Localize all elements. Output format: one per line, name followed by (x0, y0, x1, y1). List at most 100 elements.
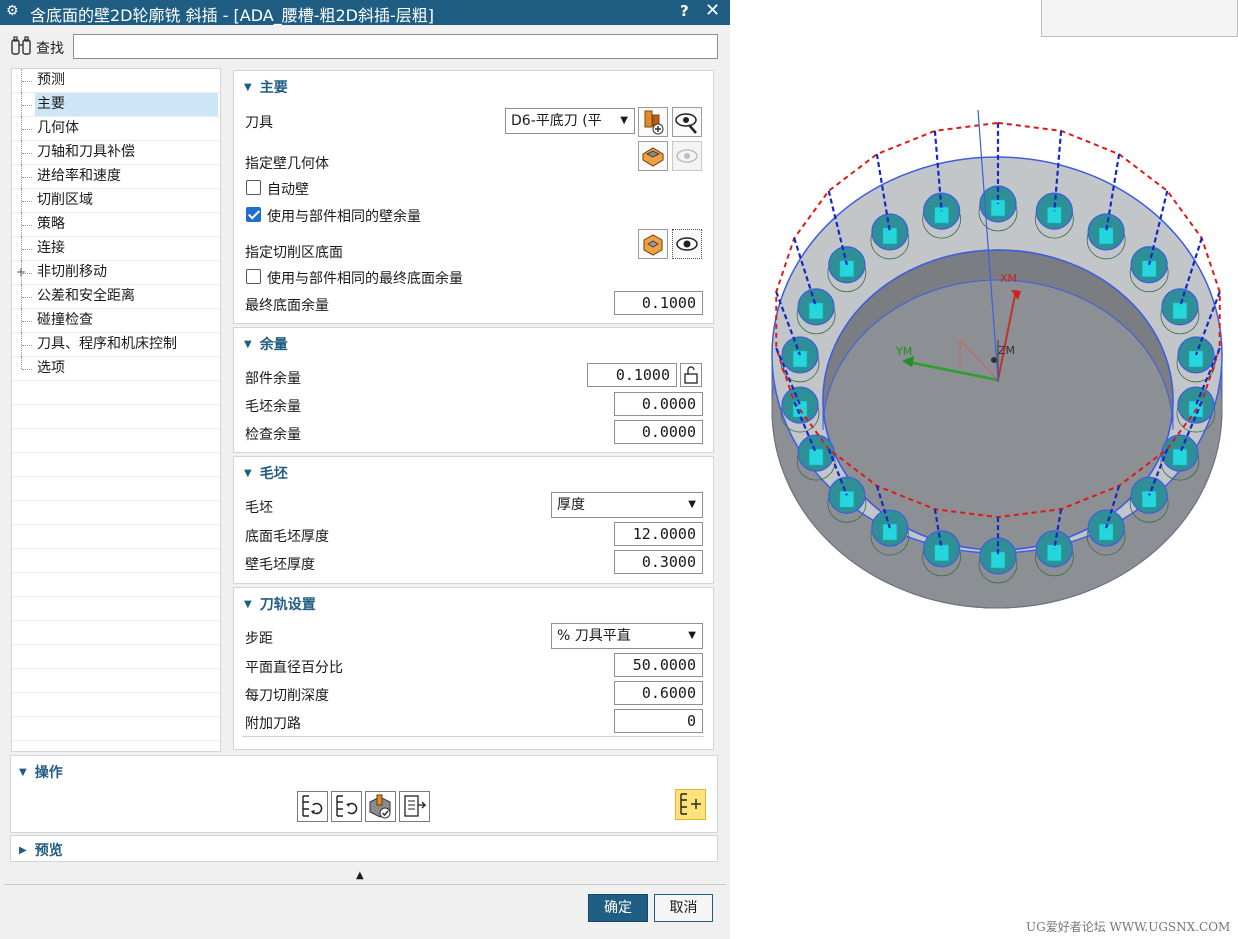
pocket-slot (808, 302, 824, 320)
binoculars-icon (10, 36, 34, 60)
path-settings-icon (680, 793, 701, 815)
operation-dialog: ⚙ 含底面的壁2D轮廓铣 斜插 - [ADA_腰槽-粗2D斜插-层粗] ? ✕ … (0, 0, 730, 939)
same-wall-stock-checkbox[interactable] (246, 207, 261, 222)
blank-stock-label: 毛坯余量 (245, 399, 301, 415)
generate-button[interactable] (297, 791, 328, 822)
show-cut-floor-button[interactable] (672, 229, 702, 259)
axis-label-ym: YM (895, 345, 912, 358)
depth-per-cut-field[interactable]: 0.6000 (614, 681, 703, 705)
blank-section: ▼ 毛坯 毛坯 厚度 ▼ 底面毛坯厚度 12.0000 壁毛坯厚度 0.3000 (233, 456, 714, 584)
graphics-viewport[interactable]: XM YM ZM UG爱好者论坛 WWW.UGSNX.COM (730, 0, 1238, 939)
stepover-label: 步距 (245, 631, 273, 647)
watermark-text: UG爱好者论坛 WWW.UGSNX.COM (1026, 920, 1231, 934)
settings-list-button[interactable] (675, 789, 706, 820)
part-stock-field[interactable]: 0.1000 (587, 363, 677, 387)
wall-blank-thickness-field[interactable]: 0.3000 (614, 550, 703, 574)
path-settings-section: ▼ 刀轨设置 步距 % 刀具平直 ▼ 平面直径百分比 50.0000 每刀切削深度 … (233, 587, 714, 750)
edit-tool-button[interactable] (672, 107, 702, 137)
preview-section: ▶ 预览 (10, 835, 718, 862)
blank-section-header[interactable]: ▼ 毛坯 (244, 463, 288, 483)
select-wall-geometry-button[interactable] (638, 141, 668, 171)
tree-item-strategy[interactable]: 策略 (12, 213, 220, 237)
tree-item-options[interactable]: 选项 (12, 357, 220, 381)
list-icon (404, 795, 427, 817)
final-floor-stock-label: 最终底面余量 (245, 298, 329, 314)
select-cut-floor-button[interactable] (638, 229, 668, 259)
find-label: 查找 (36, 41, 64, 57)
wall-geometry-label: 指定壁几何体 (245, 156, 329, 172)
blank-select[interactable]: 厚度 ▼ (551, 492, 703, 518)
stepover-select[interactable]: % 刀具平直 ▼ (551, 623, 703, 649)
footer-divider (4, 884, 726, 885)
wall-blank-thickness-label: 壁毛坯厚度 (245, 557, 315, 573)
eye-icon (676, 237, 698, 251)
main-section-header[interactable]: ▼ 主要 (244, 77, 288, 97)
auto-wall-checkbox[interactable] (246, 180, 261, 195)
lock-button[interactable] (680, 363, 702, 387)
find-row: 查找 (0, 30, 730, 64)
tree-item-machine-control[interactable]: 刀具、程序和机床控制 (12, 333, 220, 357)
same-floor-stock-label: 使用与部件相同的最终底面余量 (267, 271, 463, 287)
section-divider (242, 736, 704, 737)
blank-label: 毛坯 (245, 500, 273, 516)
tool-label: 刀具 (245, 115, 273, 131)
tree-item-feeds-speeds[interactable]: 进给率和速度 (12, 165, 220, 189)
find-input[interactable] (73, 34, 718, 59)
stock-section: ▼ 余量 部件余量 0.1000 毛坯余量 0.0000 检查余量 0.0000 (233, 327, 714, 453)
pocket-slot (1098, 227, 1114, 245)
same-wall-stock-label: 使用与部件相同的壁余量 (267, 209, 421, 225)
tree-item-non-cutting[interactable]: + 非切削移动 (12, 261, 220, 285)
pocket-slot (934, 544, 949, 562)
tree-item-connect[interactable]: 连接 (12, 237, 220, 261)
tree-item-geometry[interactable]: 几何体 (12, 117, 220, 141)
main-section: ▼ 主要 刀具 D6-平底刀 (平 ▼ 指定壁几何体 自动壁 使用与部件相同的壁… (233, 70, 714, 324)
flat-diameter-percent-field[interactable]: 50.0000 (614, 653, 703, 677)
additional-paths-field[interactable]: 0 (614, 709, 703, 733)
wall-geometry-icon (642, 147, 664, 167)
check-stock-field[interactable]: 0.0000 (614, 420, 703, 444)
final-floor-stock-field[interactable]: 0.1000 (614, 291, 703, 315)
pocket-slot (934, 206, 949, 224)
tree-item-forecast[interactable]: 预测 (12, 69, 220, 93)
floor-blank-thickness-field[interactable]: 12.0000 (614, 522, 703, 546)
pocket-slot (1172, 448, 1188, 466)
ok-button[interactable]: 确定 (588, 894, 648, 922)
stock-section-header[interactable]: ▼ 余量 (244, 334, 288, 354)
tree-item-tool-axis[interactable]: 刀轴和刀具补偿 (12, 141, 220, 165)
verify-button[interactable] (365, 791, 396, 822)
show-wall-geometry-button[interactable] (672, 141, 702, 171)
pocket-slot (808, 448, 824, 466)
operations-header[interactable]: ▼ 操作 (19, 762, 63, 782)
pocket-slot (1047, 544, 1062, 562)
collapse-arrow-icon[interactable]: ▲ (356, 870, 364, 881)
depth-per-cut-label: 每刀切削深度 (245, 688, 329, 704)
preview-header[interactable]: ▶ 预览 (19, 840, 63, 860)
help-button[interactable]: ? (680, 2, 689, 20)
tree-item-collision-check[interactable]: 碰撞检查 (12, 309, 220, 333)
pocket-slot (1172, 302, 1188, 320)
close-button[interactable]: ✕ (705, 0, 720, 21)
dialog-title-bar[interactable]: ⚙ 含底面的壁2D轮廓铣 斜插 - [ADA_腰槽-粗2D斜插-层粗] ? ✕ (0, 0, 730, 25)
part-model[interactable]: XM YM ZM (730, 0, 1238, 939)
path-settings-header[interactable]: ▼ 刀轨设置 (244, 594, 316, 614)
tree-item-tolerance[interactable]: 公差和安全距离 (12, 285, 220, 309)
pocket-slot (1047, 206, 1062, 224)
replay-icon (336, 795, 358, 817)
auto-wall-label: 自动壁 (267, 182, 309, 198)
tree-item-main[interactable]: 主要 (12, 93, 220, 117)
blank-stock-field[interactable]: 0.0000 (614, 392, 703, 416)
tool-select[interactable]: D6-平底刀 (平 ▼ (505, 108, 635, 134)
cancel-button[interactable]: 取消 (654, 894, 713, 922)
pocket-slot (990, 199, 1006, 217)
same-floor-stock-checkbox[interactable] (246, 269, 261, 284)
gear-icon[interactable]: ⚙ (6, 3, 19, 19)
replay-button[interactable] (331, 791, 362, 822)
generate-icon (302, 795, 323, 817)
eye-icon (676, 149, 698, 163)
settings-panel: ▼ 主要 刀具 D6-平底刀 (平 ▼ 指定壁几何体 自动壁 使用与部件相同的壁… (233, 68, 714, 752)
tree-item-cut-region[interactable]: 切削区域 (12, 189, 220, 213)
new-tool-button[interactable] (638, 107, 668, 137)
flat-diameter-percent-label: 平面直径百分比 (245, 660, 343, 676)
list-button[interactable] (399, 791, 430, 822)
dialog-title: 含底面的壁2D轮廓铣 斜插 - [ADA_腰槽-粗2D斜插-层粗] (30, 6, 434, 25)
